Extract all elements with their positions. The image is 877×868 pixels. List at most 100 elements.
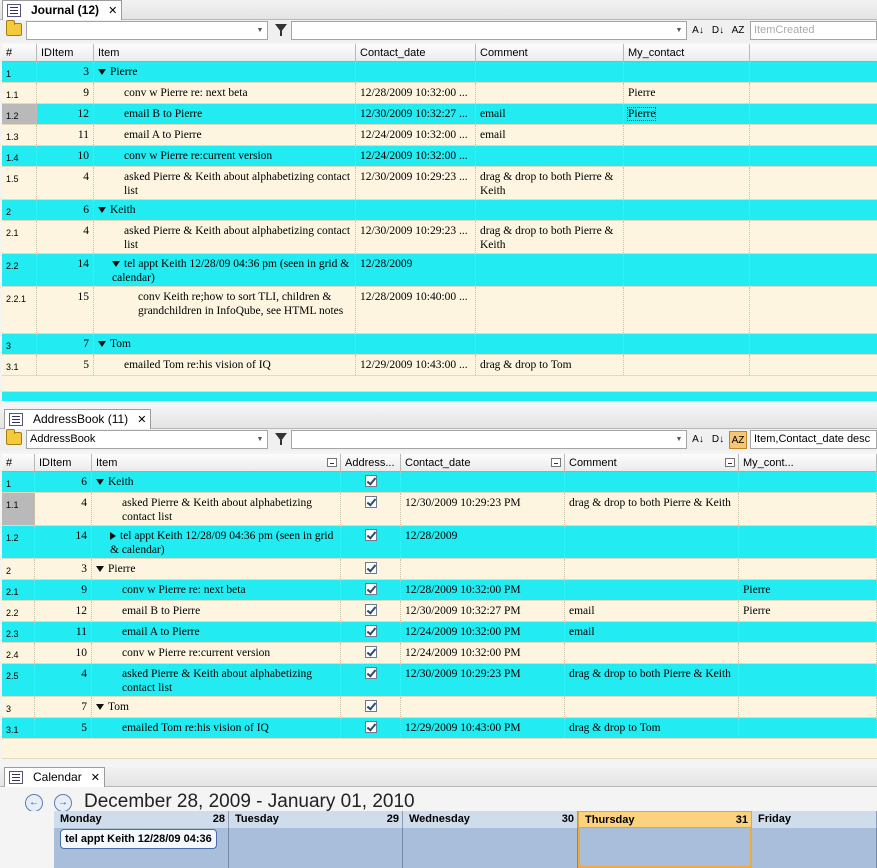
- expand-right-icon[interactable]: [110, 532, 116, 541]
- cell-check[interactable]: [341, 493, 401, 525]
- expand-down-icon[interactable]: [98, 69, 106, 76]
- cell-date[interactable]: 12/29/2009 10:43:00 ...: [356, 355, 476, 375]
- column-menu-icon[interactable]: [327, 458, 337, 467]
- cell-item[interactable]: emailed Tom re:his vision of IQ: [94, 355, 356, 375]
- expand-down-icon[interactable]: [98, 341, 106, 348]
- cell-item[interactable]: Pierre: [92, 559, 341, 579]
- cell-item[interactable]: emailed Tom re:his vision of IQ: [92, 718, 341, 738]
- cell-date[interactable]: 12/24/2009 10:32:00 PM: [401, 643, 565, 663]
- table-row[interactable]: 2.4 10 conv w Pierre re:current version 12/…: [2, 643, 877, 664]
- cell-contact[interactable]: [624, 221, 750, 253]
- cell-item[interactable]: Pierre: [94, 62, 356, 82]
- cell-check[interactable]: [341, 601, 401, 621]
- cell-check[interactable]: [341, 622, 401, 642]
- address-checkbox[interactable]: [365, 667, 377, 679]
- cell-comment[interactable]: [565, 559, 739, 579]
- cell-check[interactable]: [341, 664, 401, 696]
- cell-date[interactable]: 12/29/2009 10:43:00 PM: [401, 718, 565, 738]
- table-row[interactable]: 3.1 5 emailed Tom re:his vision of IQ 12/29…: [2, 355, 877, 376]
- cell-comment[interactable]: email: [565, 601, 739, 621]
- table-row[interactable]: 2 3 Pierre: [2, 559, 877, 580]
- cell-check[interactable]: [341, 580, 401, 600]
- address-checkbox[interactable]: [365, 700, 377, 712]
- col-header-item[interactable]: Item: [94, 44, 356, 62]
- table-row[interactable]: 1.1 4 asked Pierre & Keith about alphabeti…: [2, 493, 877, 526]
- cell-date[interactable]: [356, 334, 476, 354]
- day-cell-tuesday[interactable]: [229, 828, 403, 868]
- day-cell-wednesday[interactable]: [403, 828, 578, 868]
- table-row[interactable]: 1 3 Pierre: [2, 62, 877, 83]
- cell-contact[interactable]: [624, 125, 750, 145]
- day-cell-thursday[interactable]: [578, 828, 752, 868]
- cell-contact[interactable]: [624, 146, 750, 166]
- filter-icon[interactable]: [273, 432, 289, 447]
- cell-item[interactable]: email A to Pierre: [94, 125, 356, 145]
- arrow-right-icon[interactable]: →: [54, 794, 72, 812]
- address-checkbox[interactable]: [365, 646, 377, 658]
- expand-down-icon[interactable]: [98, 207, 106, 214]
- cell-item[interactable]: asked Pierre & Keith about alphabetizing…: [94, 221, 356, 253]
- col-header-my-contact[interactable]: My_contact: [624, 44, 750, 62]
- cell-contact[interactable]: [739, 526, 877, 558]
- table-row[interactable]: 1.2 14 tel appt Keith 12/28/09 04:36 pm (s…: [2, 526, 877, 559]
- tab-journal-close-icon[interactable]: ✕: [108, 5, 117, 17]
- cell-contact[interactable]: [739, 718, 877, 738]
- tab-calendar-close-icon[interactable]: ✕: [91, 772, 100, 784]
- day-header-monday[interactable]: Monday 28: [54, 811, 229, 828]
- cell-date[interactable]: 12/24/2009 10:32:00 PM: [401, 622, 565, 642]
- day-header-thursday[interactable]: Thursday 31: [578, 811, 752, 828]
- day-cell-friday[interactable]: [752, 828, 877, 868]
- table-row[interactable]: 2.2.1 15 conv Keith re;how to sort TLI, ch…: [2, 287, 877, 334]
- cell-contact[interactable]: [739, 643, 877, 663]
- addressbook-filter-combo[interactable]: AddressBook ▼: [26, 430, 268, 449]
- sort-descending-icon[interactable]: D↓: [709, 431, 727, 449]
- col-header-iditem[interactable]: IDItem: [37, 44, 94, 62]
- cell-check[interactable]: [341, 472, 401, 492]
- tab-calendar[interactable]: Calendar ✕: [4, 767, 105, 787]
- table-row[interactable]: 1.4 10 conv w Pierre re:current version 12/…: [2, 146, 877, 167]
- filter-icon[interactable]: [273, 23, 289, 38]
- column-menu-icon[interactable]: [725, 458, 735, 467]
- cell-date[interactable]: [356, 62, 476, 82]
- cell-item[interactable]: asked Pierre & Keith about alphabetizing…: [92, 664, 341, 696]
- cell-contact[interactable]: [624, 62, 750, 82]
- cell-contact[interactable]: Pierre: [739, 601, 877, 621]
- table-row[interactable]: 1 6 Keith: [2, 472, 877, 493]
- expand-down-icon[interactable]: [96, 566, 104, 573]
- cell-item[interactable]: conv w Pierre re:current version: [94, 146, 356, 166]
- cell-check[interactable]: [341, 718, 401, 738]
- cell-comment[interactable]: [476, 83, 624, 103]
- table-row[interactable]: 3 7 Tom: [2, 697, 877, 718]
- cell-date[interactable]: 12/28/2009: [401, 526, 565, 558]
- col-header-num[interactable]: #: [2, 44, 37, 62]
- cell-comment[interactable]: drag & drop to both Pierre & Keith: [476, 167, 624, 199]
- sort-descending-icon[interactable]: D↓: [709, 22, 727, 40]
- cell-comment[interactable]: [476, 62, 624, 82]
- table-row[interactable]: 2.1 9 conv w Pierre re: next beta 12/28/200…: [2, 580, 877, 601]
- journal-filter-combo[interactable]: ▼: [26, 21, 268, 40]
- address-checkbox[interactable]: [365, 529, 377, 541]
- table-row[interactable]: 2.2 14 tel appt Keith 12/28/09 04:36 pm (s…: [2, 254, 877, 287]
- addressbook-sort-field[interactable]: Item,Contact_date desc: [750, 430, 877, 449]
- table-row[interactable]: 1.5 4 asked Pierre & Keith about alphabeti…: [2, 167, 877, 200]
- sort-az-icon[interactable]: AZ: [729, 431, 747, 449]
- cell-comment[interactable]: drag & drop to Tom: [476, 355, 624, 375]
- cell-contact[interactable]: [624, 334, 750, 354]
- cell-comment[interactable]: [476, 146, 624, 166]
- address-checkbox[interactable]: [365, 721, 377, 733]
- address-checkbox[interactable]: [365, 475, 377, 487]
- cell-date[interactable]: 12/28/2009 10:32:00 PM: [401, 580, 565, 600]
- col-header-iditem[interactable]: IDItem: [35, 454, 92, 472]
- cell-item[interactable]: email B to Pierre: [94, 104, 356, 124]
- tab-addressbook-close-icon[interactable]: ✕: [137, 414, 146, 426]
- cell-date[interactable]: 12/30/2009 10:29:23 ...: [356, 221, 476, 253]
- cell-item[interactable]: asked Pierre & Keith about alphabetizing…: [94, 167, 356, 199]
- cell-contact[interactable]: [624, 254, 750, 286]
- address-checkbox[interactable]: [365, 625, 377, 637]
- cell-date[interactable]: 12/24/2009 10:32:00 ...: [356, 146, 476, 166]
- table-row[interactable]: 1.3 11 email A to Pierre 12/24/2009 10:32:0…: [2, 125, 877, 146]
- col-header-comment[interactable]: Comment: [565, 454, 739, 472]
- address-checkbox[interactable]: [365, 496, 377, 508]
- cell-comment[interactable]: [565, 697, 739, 717]
- cell-comment[interactable]: drag & drop to both Pierre & Keith: [565, 664, 739, 696]
